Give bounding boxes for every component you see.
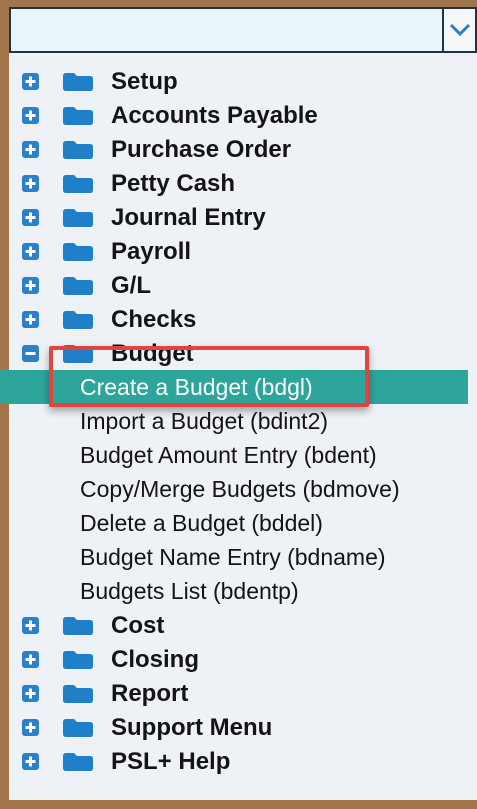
- folder-icon: [63, 685, 93, 703]
- tree-node-label: Journal Entry: [111, 204, 266, 231]
- folder-icon: [63, 175, 93, 193]
- folder-icon: [63, 753, 93, 771]
- folder-icon: [63, 311, 93, 329]
- menu-item-label: Budgets List (bdentp): [80, 578, 299, 604]
- tree-node-label: Purchase Order: [111, 136, 292, 163]
- folder-icon: [63, 617, 93, 635]
- expand-plus-icon[interactable]: [22, 311, 39, 328]
- tree-node-label: Payroll: [111, 238, 192, 265]
- expand-plus-icon[interactable]: [22, 719, 39, 736]
- expand-plus-icon[interactable]: [22, 107, 39, 124]
- folder-icon: [63, 141, 93, 159]
- tree-node-budget[interactable]: Budget: [0, 336, 468, 370]
- expand-plus-icon[interactable]: [22, 73, 39, 90]
- tree-node-label: Cost: [111, 612, 165, 639]
- expand-plus-icon[interactable]: [22, 617, 39, 634]
- tree-node-label: Setup: [111, 68, 178, 95]
- menu-item-label: Import a Budget (bdint2): [80, 408, 329, 434]
- folder-icon: [63, 73, 93, 91]
- chevron-down-icon: [449, 23, 470, 37]
- expand-plus-icon[interactable]: [22, 243, 39, 260]
- tree-node-payroll[interactable]: Payroll: [0, 234, 468, 268]
- expand-plus-icon[interactable]: [22, 175, 39, 192]
- folder-icon: [63, 107, 93, 125]
- menu-item-budget-amount-entry[interactable]: Budget Amount Entry (bdent): [0, 438, 468, 472]
- menu-item-copy-merge-budgets[interactable]: Copy/Merge Budgets (bdmove): [0, 472, 468, 506]
- tree-node-cost[interactable]: Cost: [0, 608, 468, 642]
- tree-node-support-menu[interactable]: Support Menu: [0, 710, 468, 744]
- tree-node-checks[interactable]: Checks: [0, 302, 468, 336]
- expand-plus-icon[interactable]: [22, 141, 39, 158]
- collapse-minus-icon[interactable]: [22, 345, 39, 362]
- tree-node-label: Accounts Payable: [111, 102, 318, 129]
- tree-node-accounts-payable[interactable]: Accounts Payable: [0, 98, 468, 132]
- menu-item-create-budget[interactable]: Create a Budget (bdgl): [0, 370, 468, 404]
- expand-plus-icon[interactable]: [22, 753, 39, 770]
- menu-item-import-budget[interactable]: Import a Budget (bdint2): [0, 404, 468, 438]
- expand-plus-icon[interactable]: [22, 277, 39, 294]
- menu-item-label: Copy/Merge Budgets (bdmove): [80, 476, 400, 502]
- menu-selector-dropdown[interactable]: [9, 7, 477, 53]
- tree-node-purchase-order[interactable]: Purchase Order: [0, 132, 468, 166]
- menu-item-budgets-list[interactable]: Budgets List (bdentp): [0, 574, 468, 608]
- expand-plus-icon[interactable]: [22, 209, 39, 226]
- menu-item-label: Budget Amount Entry (bdent): [80, 442, 377, 468]
- folder-icon: [63, 209, 93, 227]
- menu-item-delete-budget[interactable]: Delete a Budget (bddel): [0, 506, 468, 540]
- folder-icon: [63, 243, 93, 261]
- expand-plus-icon[interactable]: [22, 651, 39, 668]
- tree-node-label: Budget: [111, 340, 194, 367]
- menu-item-label: Budget Name Entry (bdname): [80, 544, 386, 570]
- tree-node-report[interactable]: Report: [0, 676, 468, 710]
- tree-node-label: G/L: [111, 272, 151, 299]
- folder-icon: [63, 719, 93, 737]
- expand-plus-icon[interactable]: [22, 685, 39, 702]
- tree-node-label: Checks: [111, 306, 197, 333]
- tree-node-journal-entry[interactable]: Journal Entry: [0, 200, 468, 234]
- tree-node-label: Petty Cash: [111, 170, 236, 197]
- tree-node-setup[interactable]: Setup: [0, 64, 468, 98]
- menu-item-label: Create a Budget (bdgl): [80, 374, 313, 400]
- dropdown-toggle-button[interactable]: [442, 9, 475, 51]
- tree-node-label: PSL+ Help: [111, 748, 231, 775]
- tree-node-psl-help[interactable]: PSL+ Help: [0, 744, 468, 778]
- folder-icon: [63, 345, 93, 363]
- folder-icon: [63, 277, 93, 295]
- tree-node-closing[interactable]: Closing: [0, 642, 468, 676]
- tree-node-label: Closing: [111, 646, 199, 673]
- tree-node-label: Report: [111, 680, 189, 707]
- tree-node-label: Support Menu: [111, 714, 273, 741]
- tree-node-petty-cash[interactable]: Petty Cash: [0, 166, 468, 200]
- menu-item-budget-name-entry[interactable]: Budget Name Entry (bdname): [0, 540, 468, 574]
- menu-item-label: Delete a Budget (bddel): [80, 510, 323, 536]
- folder-icon: [63, 651, 93, 669]
- tree-node-gl[interactable]: G/L: [0, 268, 468, 302]
